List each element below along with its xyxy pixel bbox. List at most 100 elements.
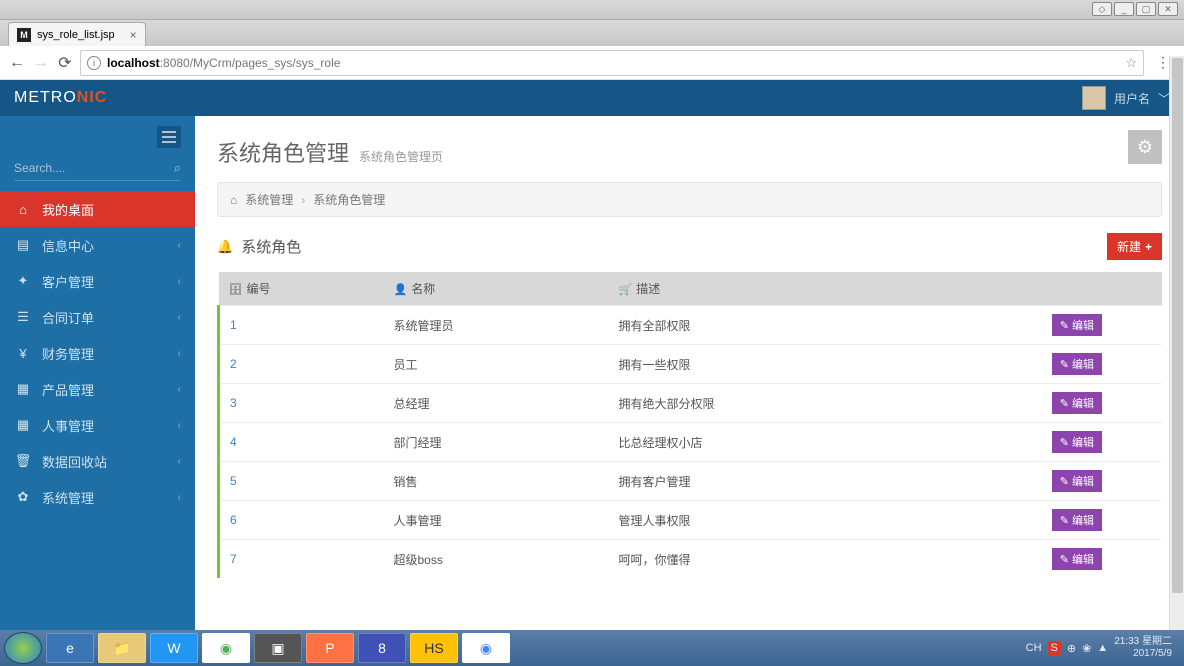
sidebar-search[interactable]: ⌕ xyxy=(14,160,181,181)
scrollbar[interactable] xyxy=(1169,56,1184,630)
pencil-icon: ✎ xyxy=(1060,553,1069,566)
menu-label: 信息中心 xyxy=(42,236,94,255)
reload-button[interactable]: ⟳ xyxy=(56,54,74,72)
taskbar-app2[interactable]: P xyxy=(306,633,354,663)
bookmark-icon[interactable]: ☆ xyxy=(1125,55,1137,71)
taskbar-explorer[interactable]: 📁 xyxy=(98,633,146,663)
cell-id: 4 xyxy=(219,423,384,462)
taskbar-ie[interactable]: e xyxy=(46,633,94,663)
cell-id: 1 xyxy=(219,306,384,345)
sidebar-item-6[interactable]: ▦人事管理‹ xyxy=(0,407,195,443)
new-button-label: 新建 xyxy=(1117,238,1141,255)
sidebar-item-2[interactable]: ✦客户管理‹ xyxy=(0,263,195,299)
minimize-button[interactable]: _ xyxy=(1114,2,1134,16)
edit-button[interactable]: ✎编辑 xyxy=(1052,548,1102,570)
edit-button[interactable]: ✎编辑 xyxy=(1052,431,1102,453)
clock-date: 2017/5/9 xyxy=(1114,648,1172,660)
th-name: 名称 xyxy=(411,282,435,296)
app-logo: METRONIC xyxy=(14,89,107,107)
cell-id: 6 xyxy=(219,501,384,540)
tab-close-icon[interactable]: × xyxy=(130,28,137,42)
sidebar-item-3[interactable]: ☰合同订单‹ xyxy=(0,299,195,335)
sidebar-item-1[interactable]: ▤信息中心‹ xyxy=(0,227,195,263)
pencil-icon: ✎ xyxy=(1060,475,1069,488)
menu-label: 系统管理 xyxy=(42,488,94,507)
sidebar-item-5[interactable]: ▦产品管理‹ xyxy=(0,371,195,407)
app-topbar: METRONIC 用户名 ﹀ xyxy=(0,80,1184,116)
pencil-icon: ✎ xyxy=(1060,319,1069,332)
taskbar-app4[interactable]: HS xyxy=(410,633,458,663)
breadcrumb-current: 系统角色管理 xyxy=(313,191,385,208)
sidebar-item-7[interactable]: 🗑数据回收站‹ xyxy=(0,443,195,479)
gear-icon: ⚙ xyxy=(1137,137,1153,158)
chevron-left-icon: ‹ xyxy=(178,312,181,323)
edit-button[interactable]: ✎编辑 xyxy=(1052,509,1102,531)
start-button[interactable] xyxy=(4,632,42,664)
sidebar-toggle[interactable] xyxy=(157,126,181,148)
browser-tabstrip: M sys_role_list.jsp × xyxy=(0,20,1184,46)
chevron-left-icon: ‹ xyxy=(178,276,181,287)
url-host: localhost xyxy=(107,56,160,70)
user-menu[interactable]: 用户名 ﹀ xyxy=(1082,86,1170,110)
scrollbar-thumb[interactable] xyxy=(1172,58,1183,593)
tray-icon-3[interactable]: ❀ xyxy=(1082,642,1091,655)
taskbar-app1[interactable]: ▣ xyxy=(254,633,302,663)
taskbar-app3[interactable]: 8 xyxy=(358,633,406,663)
search-icon[interactable]: ⌕ xyxy=(174,160,181,176)
window-titlebar: ◇ _ ▢ ✕ xyxy=(0,0,1184,20)
table-row: 1系统管理员拥有全部权限✎编辑 xyxy=(219,306,1163,345)
edit-button[interactable]: ✎编辑 xyxy=(1052,314,1102,336)
cell-desc: 拥有一些权限 xyxy=(609,345,963,384)
settings-button[interactable]: ⚙ xyxy=(1128,130,1162,164)
sidebar-item-8[interactable]: ✿系统管理‹ xyxy=(0,479,195,515)
sidebar-item-0[interactable]: ⌂ 我的桌面 xyxy=(0,191,195,227)
page-subtitle: 系统角色管理页 xyxy=(359,148,443,165)
taskbar-360[interactable]: ◉ xyxy=(202,633,250,663)
tray-icon-2[interactable]: ⊕ xyxy=(1067,642,1076,655)
tray-lang[interactable]: CH xyxy=(1026,642,1042,654)
site-info-icon[interactable]: i xyxy=(87,56,101,70)
maximize-button[interactable]: ▢ xyxy=(1136,2,1156,16)
menu-icon: ✿ xyxy=(14,489,32,505)
cell-name: 员工 xyxy=(384,345,609,384)
table-row: 6人事管理管理人事权限✎编辑 xyxy=(219,501,1163,540)
new-button[interactable]: 新建 + xyxy=(1107,233,1162,260)
back-button[interactable]: ← xyxy=(8,54,26,72)
chevron-left-icon: ‹ xyxy=(178,420,181,431)
sidebar-item-4[interactable]: ¥财务管理‹ xyxy=(0,335,195,371)
tray-icon-4[interactable]: ▲ xyxy=(1097,642,1108,654)
cell-name: 总经理 xyxy=(384,384,609,423)
browser-toolbar: ← → ⟳ i localhost:8080/MyCrm/pages_sys/s… xyxy=(0,46,1184,80)
edit-button[interactable]: ✎编辑 xyxy=(1052,353,1102,375)
browser-tab[interactable]: M sys_role_list.jsp × xyxy=(8,22,146,46)
cell-name: 人事管理 xyxy=(384,501,609,540)
taskbar: e 📁 W ◉ ▣ P 8 HS ◉ CH S ⊕ ❀ ▲ 21:33 星期二 … xyxy=(0,630,1184,666)
user-icon[interactable]: ◇ xyxy=(1092,2,1112,16)
cell-name: 系统管理员 xyxy=(384,306,609,345)
table-row: 2员工拥有一些权限 ✎编辑 xyxy=(219,345,1163,384)
taskbar-chrome[interactable]: ◉ xyxy=(462,633,510,663)
taskbar-wps[interactable]: W xyxy=(150,633,198,663)
cell-desc: 拥有客户管理 xyxy=(609,462,963,501)
cell-name: 部门经理 xyxy=(384,423,609,462)
tray-icon-1[interactable]: S xyxy=(1048,641,1061,655)
page-title: 系统角色管理 xyxy=(217,136,349,168)
edit-button[interactable]: ✎编辑 xyxy=(1052,392,1102,414)
menu-label: 我的桌面 xyxy=(42,200,94,219)
clock-time: 21:33 星期二 xyxy=(1114,636,1172,648)
close-button[interactable]: ✕ xyxy=(1158,2,1178,16)
breadcrumb-link[interactable]: 系统管理 xyxy=(245,191,293,208)
menu-icon: ¥ xyxy=(14,346,32,361)
table-row: 3总经理拥有绝大部分权限✎编辑 xyxy=(219,384,1163,423)
search-input[interactable] xyxy=(14,161,174,175)
user-icon: 👤 xyxy=(394,284,408,296)
menu-icon: ⌂ xyxy=(14,202,32,217)
table-row: 5销售拥有客户管理✎编辑 xyxy=(219,462,1163,501)
cell-id: 2 xyxy=(219,345,384,384)
address-bar[interactable]: i localhost:8080/MyCrm/pages_sys/sys_rol… xyxy=(80,50,1144,76)
menu-icon: ▤ xyxy=(14,237,32,253)
taskbar-clock[interactable]: 21:33 星期二 2017/5/9 xyxy=(1114,636,1172,660)
menu-icon: ✦ xyxy=(14,273,32,289)
edit-button[interactable]: ✎编辑 xyxy=(1052,470,1102,492)
tab-title: sys_role_list.jsp xyxy=(37,29,115,41)
